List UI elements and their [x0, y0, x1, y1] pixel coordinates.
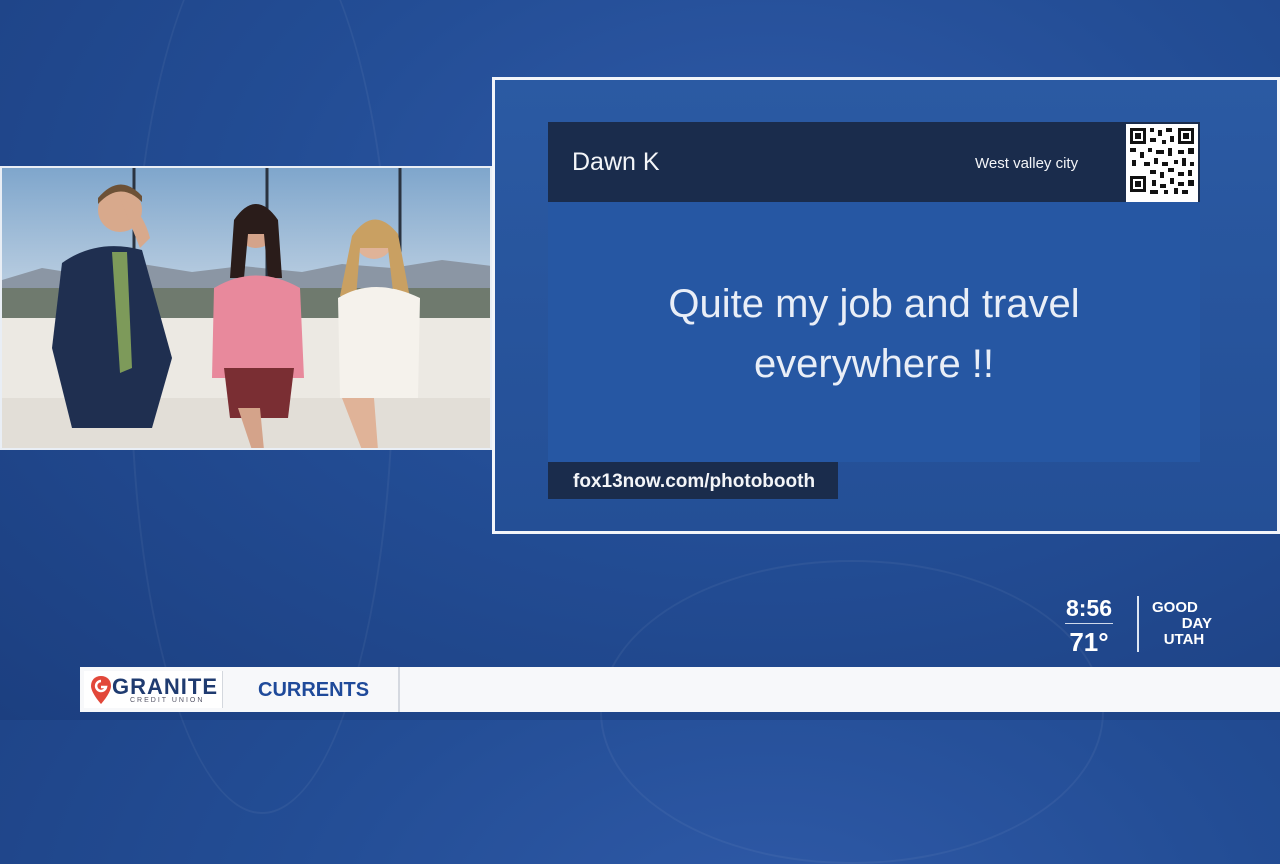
sponsor-logo: GRANITE CREDIT UNION — [84, 671, 223, 708]
show-logo-line: GOOD — [1152, 599, 1198, 616]
url-bar: fox13now.com/photobooth — [548, 462, 838, 499]
ticker-divider — [398, 667, 400, 712]
bug-divider — [1137, 596, 1139, 652]
show-logo-line: DAY — [1181, 615, 1212, 632]
photobooth-message: Quite my job and travel everywhere !! — [548, 274, 1200, 394]
photobooth-url: fox13now.com/photobooth — [573, 471, 816, 492]
sender-name: Dawn K — [572, 148, 660, 176]
message-line: everywhere !! — [753, 342, 995, 386]
temperature: 71° — [1069, 627, 1109, 657]
sponsor-subtitle: CREDIT UNION — [130, 697, 205, 704]
sender-location: West valley city — [975, 155, 1079, 172]
lower-ticker: GRANITE CREDIT UNION CURRENTS — [80, 667, 1280, 712]
map-pin-icon — [91, 676, 111, 704]
background-arc — [600, 560, 1104, 864]
qr-code — [1126, 124, 1198, 202]
studio-video-feed — [0, 166, 492, 450]
show-logo-line: UTAH — [1163, 631, 1205, 648]
segment-label: CURRENTS — [258, 679, 370, 701]
clock-time: 8:56 — [1065, 595, 1113, 621]
qr-code-icon — [1130, 128, 1194, 194]
show-logo: GOOD DAY UTAH — [1152, 600, 1212, 648]
clock-divider — [1065, 623, 1113, 624]
message-line: Quite my job and travel — [668, 282, 1080, 326]
